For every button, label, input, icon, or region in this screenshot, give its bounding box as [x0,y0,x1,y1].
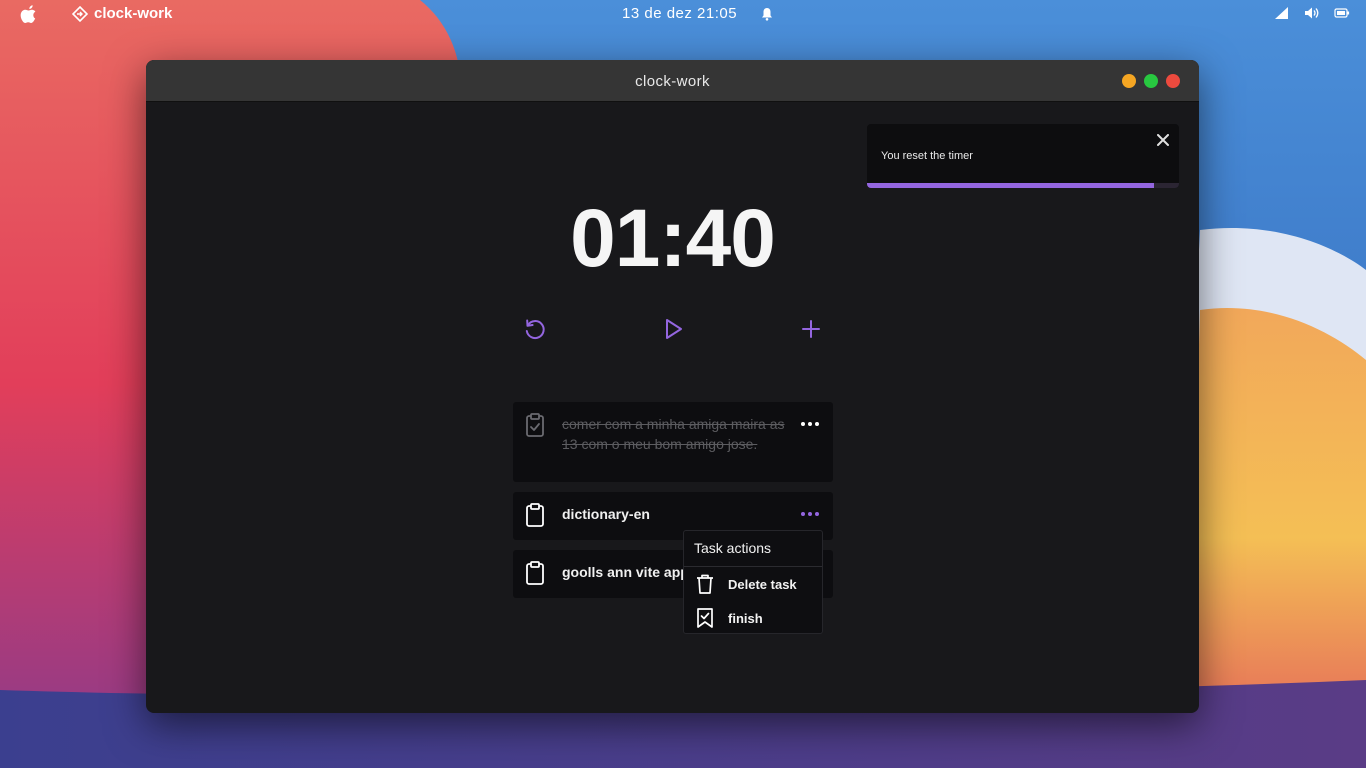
close-icon [1157,134,1169,146]
finish-task-menu-item[interactable]: finish [694,607,763,629]
volume-icon[interactable] [1304,6,1320,20]
task-actions-title: Task actions [694,540,772,556]
active-app[interactable]: clock-work [72,5,172,22]
clipboard-icon [525,560,545,586]
start-timer-button[interactable] [660,316,686,342]
window-titlebar[interactable]: clock-work [146,60,1199,102]
close-window-button[interactable] [1166,74,1180,88]
clock-work-app-icon [72,5,88,22]
toast-progress-bar [867,183,1155,188]
task-text: comer com a minha amiga maira as 13 com … [562,416,785,452]
active-app-name: clock-work [94,5,173,22]
task-item[interactable]: comer com a minha amiga maira as 13 com … [513,402,833,482]
more-horizontal-icon [801,512,819,516]
more-horizontal-icon [801,422,819,426]
timer-display: 01:40 [570,193,776,284]
menu-bar: clock-work 13 de dez 21:05 [0,0,1366,28]
task-more-button[interactable] [799,506,821,522]
toast-notification: You reset the timer [867,124,1179,188]
bookmark-check-icon [697,608,713,628]
delete-task-label: Delete task [728,576,797,592]
trash-icon [697,574,713,594]
toast-message: You reset the timer [881,150,973,162]
bell-icon[interactable] [761,7,773,21]
signal-icon[interactable] [1274,6,1290,20]
clipboard-check-icon [525,412,545,438]
play-icon [666,319,682,339]
menu-divider [684,566,822,567]
finish-task-label: finish [728,610,763,626]
task-more-button[interactable] [799,416,821,432]
battery-icon[interactable] [1334,6,1350,20]
task-text: dictionary-en [562,506,650,522]
window-title: clock-work [635,73,710,90]
maximize-button[interactable] [1144,74,1158,88]
minimize-button[interactable] [1122,74,1136,88]
rotate-ccw-icon [525,319,545,340]
menu-bar-clock[interactable]: 13 de dez 21:05 [622,5,737,22]
task-actions-menu: Task actions Delete task finish [683,530,823,634]
delete-task-menu-item[interactable]: Delete task [694,573,797,595]
plus-icon [802,320,820,338]
reset-timer-button[interactable] [522,316,548,342]
apple-icon[interactable] [20,4,38,24]
system-tray [1274,6,1350,20]
close-toast-button[interactable] [1157,133,1169,146]
app-window: clock-work 01:40 comer com a minha amiga… [146,60,1199,713]
add-task-button[interactable] [798,316,824,342]
clipboard-icon [525,502,545,528]
